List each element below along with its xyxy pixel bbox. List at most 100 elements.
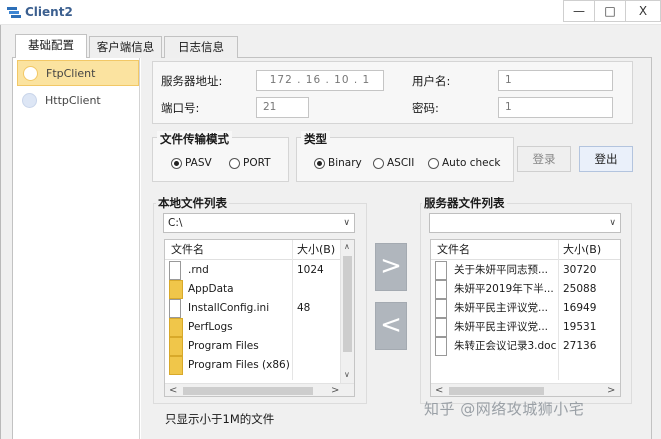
port-label: 端口号: xyxy=(161,101,200,115)
upload-arrow-button[interactable]: > xyxy=(375,243,407,291)
file-size: 25088 xyxy=(563,283,597,295)
file-row[interactable]: Program Files (x86) xyxy=(165,356,341,375)
file-name: .rnd xyxy=(188,264,209,276)
ftp-client-icon xyxy=(23,66,38,81)
file-size: 30720 xyxy=(563,264,597,276)
server-address-field[interactable]: 172 . 16 . 10 . 1 xyxy=(256,70,384,91)
file-row[interactable]: InstallConfig.ini 48 xyxy=(165,299,341,318)
remote-col-name[interactable]: 文件名 xyxy=(437,240,470,260)
transfer-mode-title: 文件传输模式 xyxy=(157,131,232,147)
file-row[interactable]: .rnd 1024 xyxy=(165,261,341,280)
file-row[interactable]: AppData xyxy=(165,280,341,299)
password-label: 密码: xyxy=(412,101,439,115)
client-list xyxy=(16,58,140,439)
app-icon xyxy=(7,7,21,18)
pasv-label[interactable]: PASV xyxy=(185,157,212,169)
file-name: 朱妍平民主评议党... xyxy=(454,302,549,314)
local-path-dropdown[interactable]: C:\ ∨ xyxy=(163,213,355,233)
local-vscroll[interactable]: ∧ ∨ xyxy=(340,240,354,384)
file-icon xyxy=(435,299,447,318)
folder-icon xyxy=(169,337,183,356)
local-col-name[interactable]: 文件名 xyxy=(171,240,204,260)
minimize-button[interactable]: — xyxy=(563,0,595,22)
file-size: 1024 xyxy=(297,264,324,276)
tab-basic-config[interactable]: 基础配置 xyxy=(15,34,87,58)
local-file-list[interactable]: 文件名 大小(B) .rnd 1024 AppData InstallConfig.i… xyxy=(164,239,355,397)
scroll-up-icon[interactable]: ∧ xyxy=(344,242,350,251)
file-row[interactable]: 朱妍平民主评议党... 16949 xyxy=(431,299,620,318)
remote-files-title: 服务器文件列表 xyxy=(422,195,507,211)
file-icon xyxy=(169,261,181,280)
watermark: 知乎 @网络攻城狮小宅 xyxy=(424,400,585,418)
file-size: 27136 xyxy=(563,340,597,352)
tab-log-info[interactable]: 日志信息 xyxy=(164,36,238,58)
close-button[interactable]: X xyxy=(625,0,661,22)
file-icon xyxy=(435,318,447,337)
remote-file-list[interactable]: 文件名 大小(B) 关于朱妍平同志预... 30720 朱妍平2019年下半... 2… xyxy=(430,239,621,397)
file-icon xyxy=(169,299,181,318)
file-row[interactable]: Program Files xyxy=(165,337,341,356)
file-name: InstallConfig.ini xyxy=(188,302,270,314)
binary-label[interactable]: Binary xyxy=(328,157,362,169)
file-size: 19531 xyxy=(563,321,597,333)
client-item-label: HttpClient xyxy=(45,94,101,107)
scroll-left-icon[interactable]: < xyxy=(435,385,443,396)
auto-check-label[interactable]: Auto check xyxy=(442,157,500,169)
remote-path-dropdown[interactable]: ∨ xyxy=(429,213,621,233)
logout-button[interactable]: 登出 xyxy=(579,146,633,172)
file-row[interactable]: 朱转正会议记录3.doc 27136 xyxy=(431,337,620,356)
remote-hscroll-thumb[interactable] xyxy=(449,387,544,395)
local-hscroll-thumb[interactable] xyxy=(183,387,313,395)
download-arrow-button[interactable]: < xyxy=(375,302,407,350)
folder-icon xyxy=(169,356,183,375)
tab-client-info[interactable]: 客户端信息 xyxy=(89,36,162,58)
binary-radio[interactable] xyxy=(314,158,325,169)
file-row[interactable]: 关于朱妍平同志预... 30720 xyxy=(431,261,620,280)
local-list-header: 文件名 大小(B) xyxy=(165,240,354,260)
username-field[interactable]: 1 xyxy=(498,70,613,91)
folder-icon xyxy=(169,280,183,299)
ascii-label[interactable]: ASCII xyxy=(387,157,414,169)
remote-list-header: 文件名 大小(B) xyxy=(431,240,620,260)
title-bar[interactable] xyxy=(0,0,661,25)
server-address-label: 服务器地址: xyxy=(161,74,223,88)
local-col-size[interactable]: 大小(B) xyxy=(297,240,335,260)
file-row[interactable]: PerfLogs xyxy=(165,318,341,337)
local-path-value: C:\ xyxy=(168,217,183,229)
file-name: PerfLogs xyxy=(188,321,233,333)
scroll-right-icon[interactable]: > xyxy=(607,385,615,396)
port-radio[interactable] xyxy=(229,158,240,169)
maximize-button[interactable]: □ xyxy=(594,0,626,22)
port-mode-label[interactable]: PORT xyxy=(243,157,271,169)
file-name: 朱转正会议记录3.doc xyxy=(454,340,556,352)
login-button[interactable]: 登录 xyxy=(517,146,571,172)
password-field[interactable]: 1 xyxy=(498,97,613,118)
chevron-down-icon: ∨ xyxy=(609,218,616,228)
client-item-http[interactable]: HttpClient xyxy=(17,88,139,114)
window-title: Client2 xyxy=(25,5,73,19)
file-icon xyxy=(435,261,447,280)
client-item-label: FtpClient xyxy=(46,67,96,80)
file-row[interactable]: 朱妍平民主评议党... 19531 xyxy=(431,318,620,337)
chevron-down-icon: ∨ xyxy=(343,218,350,228)
http-client-icon xyxy=(22,93,37,108)
remote-hscroll[interactable]: < > xyxy=(431,383,620,396)
scroll-down-icon[interactable]: ∨ xyxy=(344,370,350,379)
scroll-right-icon[interactable]: > xyxy=(331,385,339,396)
scroll-left-icon[interactable]: < xyxy=(169,385,177,396)
port-field[interactable]: 21 xyxy=(256,97,309,118)
local-vscroll-thumb[interactable] xyxy=(343,256,352,352)
remote-col-size[interactable]: 大小(B) xyxy=(563,240,601,260)
username-label: 用户名: xyxy=(412,74,451,88)
local-hscroll[interactable]: < > xyxy=(165,383,354,396)
local-files-title: 本地文件列表 xyxy=(156,195,229,211)
auto-check-radio[interactable] xyxy=(428,158,439,169)
ascii-radio[interactable] xyxy=(373,158,384,169)
file-name: Program Files (x86) xyxy=(188,359,290,371)
pasv-radio[interactable] xyxy=(171,158,182,169)
file-name: AppData xyxy=(188,283,234,295)
type-title: 类型 xyxy=(301,131,330,147)
client-item-ftp[interactable]: FtpClient xyxy=(17,60,139,86)
file-row[interactable]: 朱妍平2019年下半... 25088 xyxy=(431,280,620,299)
file-name: 关于朱妍平同志预... xyxy=(454,264,549,276)
